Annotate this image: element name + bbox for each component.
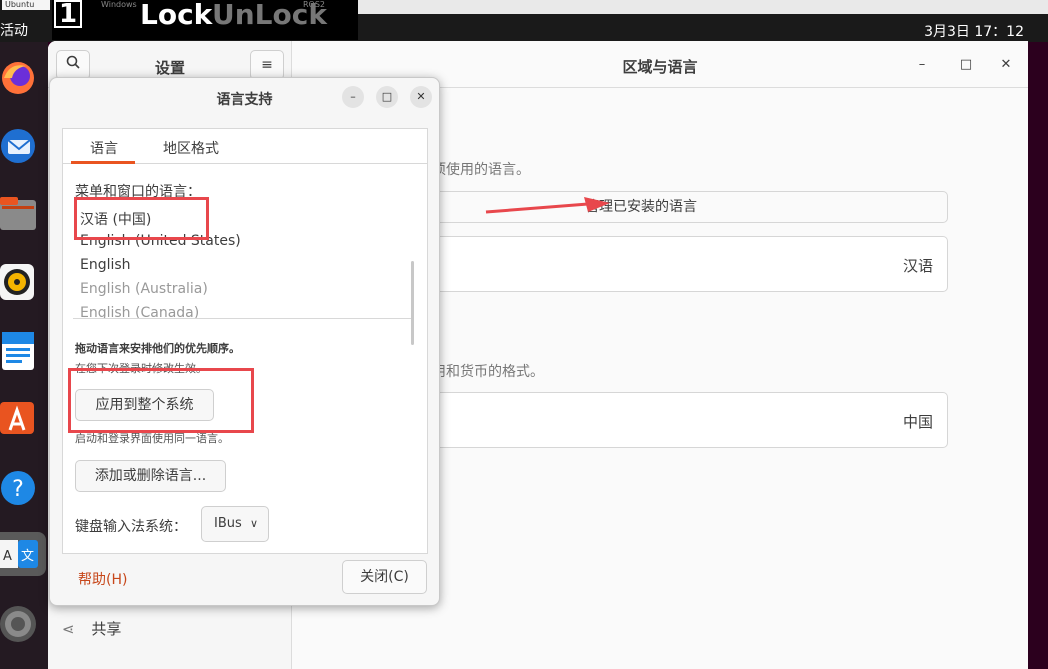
- sidebar-item-label: 共享: [91, 620, 122, 638]
- unlock-button[interactable]: UnLock: [212, 0, 327, 31]
- keyboard-input-label: 键盘输入法系统：: [75, 519, 187, 535]
- maximize-icon[interactable]: □: [954, 53, 978, 77]
- clock[interactable]: 3月3日 17：12: [924, 21, 1024, 41]
- minimize-icon[interactable]: –: [910, 53, 934, 77]
- dialog-close-icon[interactable]: ✕: [410, 86, 432, 108]
- language-description: 项使用的语言。: [432, 162, 530, 178]
- add-remove-languages-button[interactable]: 添加或删除语言...: [75, 460, 226, 492]
- taskbar-strip: [358, 0, 1048, 14]
- tab-active-indicator: [71, 161, 135, 164]
- formats-description: 用和货币的格式。: [432, 364, 544, 380]
- help-icon[interactable]: ?: [0, 464, 40, 508]
- dialog-panel: 语言 地区格式 菜单和窗口的语言： 汉语 (中国) English (Unite…: [62, 128, 428, 554]
- annotation-box-language: [74, 197, 209, 240]
- formats-value: 中国: [902, 413, 933, 431]
- settings-icon[interactable]: [0, 602, 40, 646]
- dialog-maximize-icon[interactable]: □: [376, 86, 398, 108]
- rhythmbox-icon[interactable]: [0, 260, 40, 304]
- language-value: 汉语: [902, 257, 933, 275]
- task-thumb-ubuntu[interactable]: Ubuntu: [2, 0, 50, 10]
- close-button[interactable]: 关闭(C): [342, 560, 427, 594]
- sidebar-item-sharing[interactable]: ⋖ 共享: [62, 618, 121, 639]
- firefox-icon[interactable]: [0, 56, 40, 100]
- list-item[interactable]: English: [80, 257, 131, 273]
- menu-button[interactable]: ≡: [250, 50, 284, 80]
- lock-button[interactable]: Lock: [140, 0, 212, 31]
- dock: ? A文: [0, 42, 48, 669]
- list-item[interactable]: English (Australia): [80, 281, 208, 297]
- drag-priority-label: 拖动语言来安排他们的优先顺序。: [75, 342, 240, 355]
- keyboard-input-select[interactable]: IBus ∨: [201, 506, 269, 542]
- language-icon[interactable]: A文: [0, 532, 46, 576]
- files-icon[interactable]: [0, 192, 40, 236]
- svg-text:?: ?: [12, 477, 24, 502]
- help-button[interactable]: 帮助(H): [78, 569, 127, 589]
- activities-button[interactable]: 活动: [0, 20, 28, 40]
- thunderbird-icon[interactable]: [0, 122, 40, 166]
- share-icon: ⋖: [62, 620, 75, 638]
- dialog-titlebar: 语言支持 – □ ✕: [50, 78, 439, 116]
- dialog-minimize-icon[interactable]: –: [342, 86, 364, 108]
- writer-icon[interactable]: [0, 328, 40, 372]
- software-icon[interactable]: [0, 394, 40, 438]
- lock-overlay: Windows ROS2 1 Lock UnLock: [52, 0, 358, 40]
- list-scrollbar[interactable]: [411, 261, 414, 345]
- svg-text:文: 文: [21, 549, 34, 564]
- task-thumb-ubuntu-label: Ubuntu: [5, 0, 35, 9]
- task-thumb-windows-label: Windows: [101, 0, 137, 9]
- svg-text:A: A: [3, 549, 12, 564]
- chevron-down-icon: ∨: [249, 517, 258, 530]
- annotation-box-apply: [68, 368, 254, 433]
- close-icon[interactable]: ✕: [994, 53, 1018, 77]
- tab-regional-formats[interactable]: 地区格式: [163, 138, 219, 158]
- hamburger-icon: ≡: [261, 57, 273, 73]
- keyboard-input-value: IBus: [214, 516, 242, 531]
- tab-language[interactable]: 语言: [90, 138, 118, 158]
- annotation-arrow: [485, 197, 610, 214]
- tab-bar: 语言 地区格式: [63, 129, 427, 164]
- lock-number: 1: [54, 0, 82, 28]
- list-item[interactable]: English (Canada): [80, 305, 199, 318]
- language-support-dialog: 语言支持 – □ ✕ 语言 地区格式 菜单和窗口的语言： 汉语 (中国) Eng…: [49, 77, 440, 606]
